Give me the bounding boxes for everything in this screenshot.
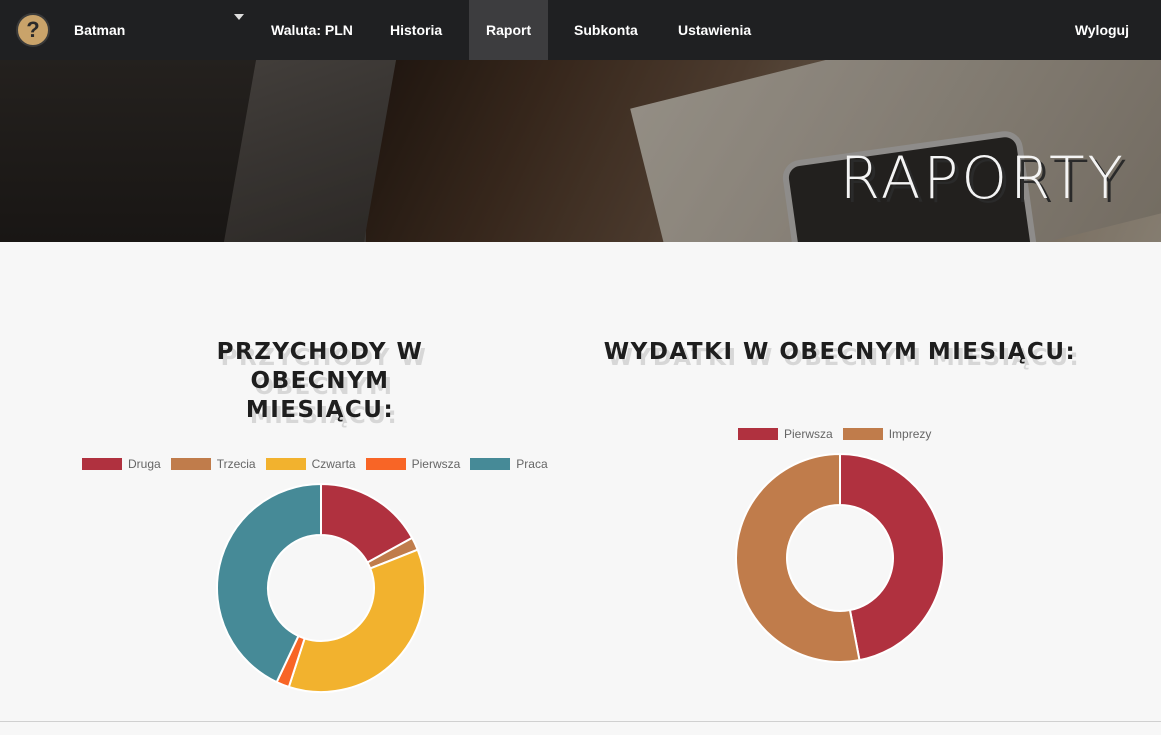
- nav-history[interactable]: Historia: [373, 0, 459, 60]
- avatar[interactable]: ?: [16, 13, 50, 47]
- income-slice-czwarta[interactable]: [287, 548, 426, 693]
- nav-currency[interactable]: Waluta: PLN: [254, 0, 370, 60]
- expense-slice-imprezy[interactable]: [735, 452, 861, 663]
- income-legend: Druga Trzecia Czwarta Pierwsza Praca: [82, 457, 558, 471]
- legend-label: Pierwsza: [784, 427, 833, 441]
- legend-item-praca[interactable]: Praca: [470, 457, 548, 471]
- income-title-line1: PRZYCHODY W OBECNYM: [216, 339, 424, 394]
- legend-swatch: [365, 458, 406, 470]
- expenses-donut-chart: [735, 452, 945, 663]
- legend-swatch: [738, 428, 778, 440]
- legend-item-trzecia[interactable]: Trzecia: [170, 457, 256, 471]
- user-menu[interactable]: Batman: [74, 0, 125, 60]
- legend-item-czwarta[interactable]: Czwarta: [265, 457, 356, 471]
- legend-label: Praca: [516, 457, 548, 471]
- legend-label: Druga: [128, 457, 161, 471]
- legend-label: Imprezy: [888, 427, 932, 441]
- legend-swatch: [470, 458, 511, 470]
- legend-item-druga[interactable]: Druga: [82, 457, 161, 471]
- legend-label: Czwarta: [311, 457, 356, 471]
- logout-link[interactable]: Wyloguj: [1075, 0, 1146, 60]
- legend-label: Trzecia: [216, 457, 256, 471]
- income-donut-chart: [216, 482, 426, 693]
- legend-item-imprezy[interactable]: Imprezy: [842, 427, 932, 441]
- expenses-legend: Pierwsza Imprezy: [738, 427, 941, 441]
- nav-settings[interactable]: Ustawienia: [661, 0, 768, 60]
- legend-item-pierwsza[interactable]: Pierwsza: [365, 457, 461, 471]
- legend-swatch: [170, 458, 211, 470]
- legend-label: Pierwsza: [411, 457, 461, 471]
- nav-subaccounts[interactable]: Subkonta: [557, 0, 655, 60]
- expenses-title: WYDATKI W OBECNYM MIESIĄCU:: [603, 339, 1077, 365]
- legend-item-pierwsza[interactable]: Pierwsza: [738, 427, 833, 441]
- hero-banner: RAPORTY: [0, 60, 1161, 242]
- nav-report[interactable]: Raport: [469, 0, 549, 60]
- legend-swatch: [265, 458, 306, 470]
- expense-slice-pierwsza[interactable]: [839, 452, 945, 662]
- legend-swatch: [842, 428, 883, 440]
- income-title-line2: MIESIĄCU:: [245, 397, 395, 423]
- chevron-down-icon[interactable]: [234, 14, 244, 20]
- report-content: PRZYCHODY W OBECNYM MIESIĄCU: WYDATKI W …: [0, 242, 1161, 722]
- legend-swatch: [82, 458, 122, 470]
- footer-divider: [0, 721, 1161, 722]
- income-title: PRZYCHODY W OBECNYM MIESIĄCU:: [150, 338, 490, 425]
- top-navbar: ? Batman Waluta: PLN Historia Raport Sub…: [0, 0, 1161, 60]
- page-title: RAPORTY: [839, 144, 1126, 212]
